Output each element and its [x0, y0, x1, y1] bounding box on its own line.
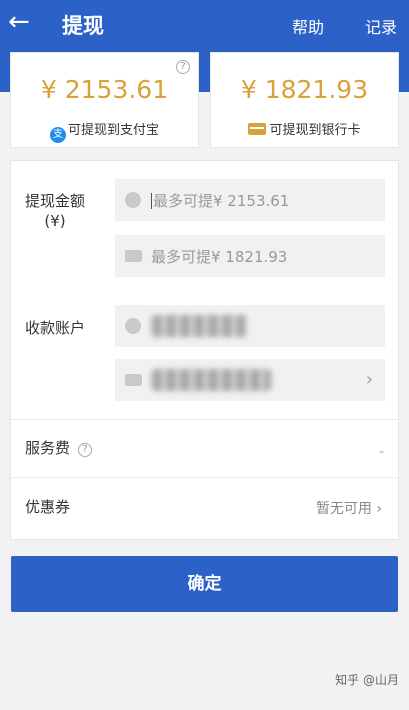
confirm-button[interactable]: 确定 — [11, 556, 398, 612]
back-arrow-icon[interactable]: ← — [8, 8, 36, 36]
bank-card-icon — [248, 123, 267, 135]
records-link[interactable]: 记录 — [365, 14, 397, 38]
alipay-balance-amount: ¥ 2153.61 — [40, 75, 169, 104]
bank-balance-label-row: 可提现到银行卡 — [211, 119, 398, 138]
alipay-icon — [125, 318, 141, 334]
redacted-bank-account — [151, 369, 271, 391]
bank-balance-label: 可提现到银行卡 — [269, 123, 361, 138]
watermark: 知乎 @山月 — [335, 673, 399, 687]
bank-amount-placeholder: 最多可提¥ 1821.93 — [151, 248, 288, 266]
alipay-balance-label: 可提现到支付宝 — [67, 123, 159, 138]
alipay-amount-input[interactable]: 最多可提¥ 2153.61 — [115, 179, 385, 221]
divider — [11, 419, 398, 420]
account-label: 收款账户 — [25, 319, 86, 337]
bank-account-field[interactable]: › — [115, 359, 385, 401]
alipay-account-field[interactable] — [115, 305, 385, 347]
question-mark-icon[interactable]: ? — [176, 60, 190, 74]
amount-label-unit: (¥) — [44, 212, 66, 230]
chevron-right-icon: › — [376, 501, 382, 517]
coupon-selector[interactable]: 暂无可用 › — [316, 498, 382, 518]
coupon-label: 优惠券 — [25, 498, 71, 516]
bank-card-icon — [125, 250, 142, 262]
text-cursor — [151, 193, 152, 209]
withdraw-form-panel: 提现金额 (¥) 最多可提¥ 2153.61 最多可提¥ 1821.93 收款账… — [10, 160, 399, 540]
alipay-amount-placeholder-text: 最多可提¥ 2153.61 — [153, 192, 290, 210]
page-title: 提现 — [62, 14, 104, 38]
coupon-value: 暂无可用 — [315, 501, 372, 517]
bank-card-icon — [125, 374, 142, 386]
chevron-right-icon: › — [365, 369, 373, 390]
alipay-icon: 支 — [49, 127, 66, 143]
alipay-icon — [125, 192, 141, 208]
bank-amount-input[interactable]: 最多可提¥ 1821.93 — [115, 235, 385, 277]
redacted-alipay-account — [151, 315, 247, 337]
help-link[interactable]: 帮助 — [292, 14, 324, 38]
fee-label-row: 服务费? — [25, 437, 93, 458]
divider — [11, 477, 398, 478]
bank-balance-amount: ¥ 1821.93 — [240, 75, 369, 104]
alipay-amount-placeholder: 最多可提¥ 2153.61 — [151, 190, 289, 211]
alipay-balance-card[interactable]: ? ¥ 2153.61 支可提现到支付宝 — [10, 52, 199, 148]
bank-balance-card[interactable]: ¥ 1821.93 可提现到银行卡 — [210, 52, 399, 148]
help-icon[interactable]: ? — [78, 443, 93, 457]
fee-label: 服务费 — [25, 439, 71, 457]
amount-label: 提现金额 (¥) — [25, 191, 85, 231]
alipay-balance-label-row: 支可提现到支付宝 — [11, 119, 198, 143]
fee-value: - — [378, 444, 384, 460]
amount-label-text: 提现金额 — [25, 192, 86, 210]
